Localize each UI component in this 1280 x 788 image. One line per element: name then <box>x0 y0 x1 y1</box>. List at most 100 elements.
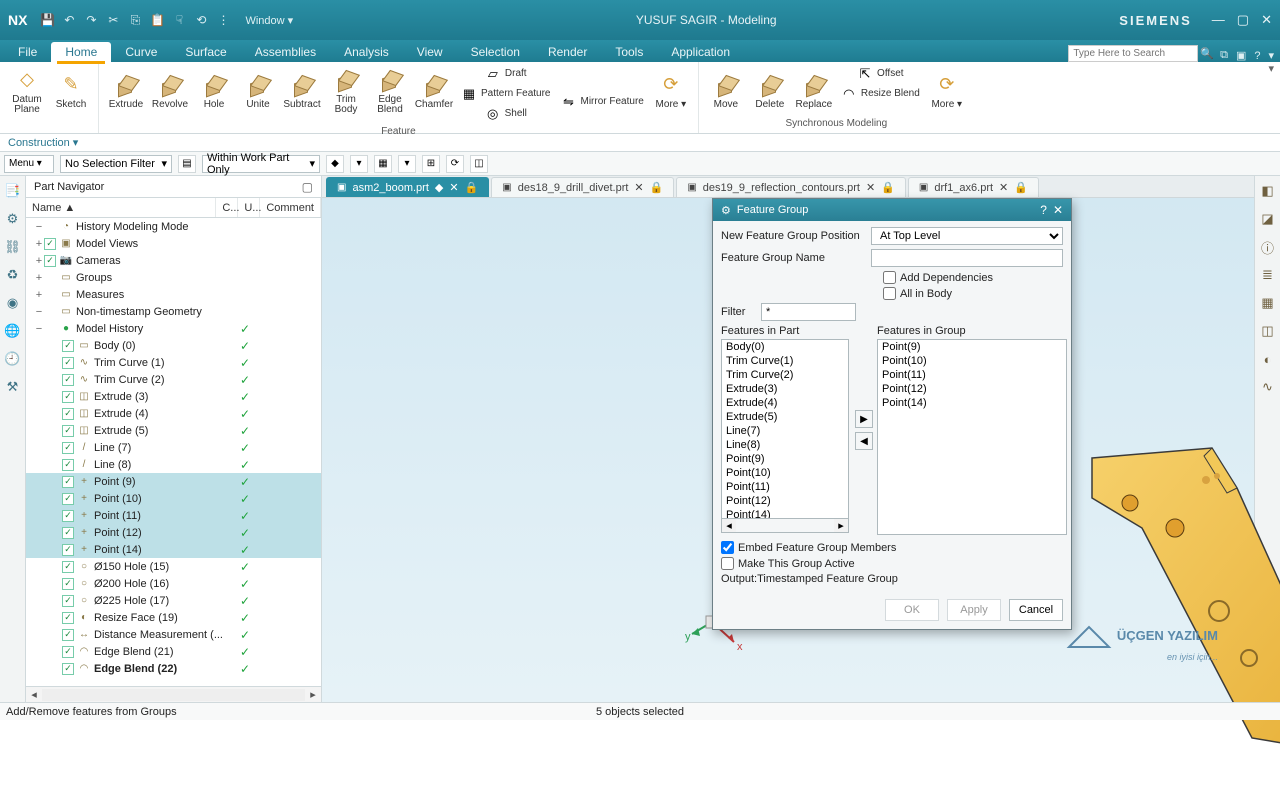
restore-down-icon[interactable]: ⧉ <box>1220 49 1228 62</box>
list-item[interactable]: Point(12) <box>722 494 848 508</box>
ok-button[interactable]: OK <box>885 599 939 621</box>
close-icon[interactable]: ✕ <box>1261 12 1272 28</box>
collapse-ribbon-icon[interactable]: ▾ <box>1268 49 1274 62</box>
list-item[interactable]: Extrude(3) <box>722 382 848 396</box>
col-name[interactable]: Name ▲ <box>26 198 216 217</box>
tree-row[interactable]: +▭Groups <box>26 269 321 286</box>
list-item[interactable]: Point(10) <box>722 466 848 480</box>
tree-row[interactable]: ✓+Point (14)✓ <box>26 541 321 558</box>
document-tab[interactable]: ▣drf1_ax6.prt✕🔒 <box>908 177 1039 197</box>
tab-close-icon[interactable]: ✕ <box>634 181 643 194</box>
tab-tools[interactable]: Tools <box>601 42 657 62</box>
replace-button[interactable]: Replace <box>793 64 835 116</box>
position-select[interactable]: At Top Level <box>871 227 1063 245</box>
mirror-feature-button[interactable]: ⇋Mirror Feature <box>556 92 647 112</box>
repeat-icon[interactable]: ⟲ <box>193 12 209 28</box>
sel-icon-7[interactable]: ◫ <box>470 155 488 173</box>
add-deps-check[interactable]: Add Dependencies <box>883 271 1063 284</box>
rail-display-icon[interactable]: ◧ <box>1259 182 1277 200</box>
cancel-button[interactable]: Cancel <box>1009 599 1063 621</box>
tree-row[interactable]: ✓◫Extrude (4)✓ <box>26 405 321 422</box>
rail-navigator-icon[interactable]: 📑 <box>4 182 22 200</box>
tab-close-icon[interactable]: ✕ <box>866 181 875 194</box>
document-tab[interactable]: ▣des19_9_reflection_contours.prt✕🔒 <box>676 177 906 197</box>
col-c[interactable]: C... <box>216 198 238 217</box>
cut-icon[interactable]: ✂ <box>105 12 121 28</box>
tab-close-icon[interactable]: ✕ <box>449 181 458 194</box>
redo-icon[interactable]: ↷ <box>83 12 99 28</box>
tab-close-icon[interactable]: ✕ <box>999 181 1008 194</box>
sel-icon-5[interactable]: ⊞ <box>422 155 440 173</box>
tree-row[interactable]: +✓▣Model Views <box>26 235 321 252</box>
rail-assembly-icon[interactable]: ⚙ <box>4 210 22 228</box>
search-input[interactable] <box>1068 45 1198 62</box>
tree-row[interactable]: ✓↔Distance Measurement (...✓ <box>26 626 321 643</box>
tree-row[interactable]: ✓○Ø225 Hole (17)✓ <box>26 592 321 609</box>
filter-toggle-icon[interactable]: ▤ <box>178 155 196 173</box>
embed-check[interactable]: Embed Feature Group Members <box>721 541 1063 554</box>
features-in-part-list[interactable]: Body(0)Trim Curve(1)Trim Curve(2)Extrude… <box>721 339 849 519</box>
shell-button[interactable]: ◎Shell <box>457 104 554 124</box>
list-item[interactable]: Trim Curve(1) <box>722 354 848 368</box>
rail-curve-icon[interactable]: ∿ <box>1259 378 1277 396</box>
apply-button[interactable]: Apply <box>947 599 1001 621</box>
tree-row[interactable]: ✓∿Trim Curve (1)✓ <box>26 354 321 371</box>
list-item[interactable]: Point(14) <box>722 508 848 519</box>
construction-label[interactable]: Construction ▾ <box>8 136 78 149</box>
sketch-button[interactable]: ✎Sketch <box>50 64 92 116</box>
rail-shade-icon[interactable]: ◐ <box>1259 350 1277 368</box>
chamfer-button[interactable]: Chamfer <box>413 64 455 116</box>
pattern-feature-button[interactable]: ▦Pattern Feature <box>457 84 554 104</box>
graphics-canvas[interactable]: ⚙ Feature Group ? ✕ New Feature Group Po… <box>322 198 1254 702</box>
scroll-right-icon[interactable]: ▸ <box>305 688 321 701</box>
datum-plane-button[interactable]: ◇Datum Plane <box>6 64 48 116</box>
rail-section-icon[interactable]: ◫ <box>1259 322 1277 340</box>
rail-layers-icon[interactable]: ≣ <box>1259 266 1277 284</box>
list-item[interactable]: Point(14) <box>878 396 1066 410</box>
name-input[interactable] <box>871 249 1063 267</box>
model-geometry[interactable] <box>1082 438 1280 788</box>
sel-icon-4[interactable]: ▾ <box>398 155 416 173</box>
tree-row[interactable]: +✓📷Cameras <box>26 252 321 269</box>
copy-icon[interactable]: ⎘ <box>127 12 143 28</box>
col-comment[interactable]: Comment <box>260 198 321 217</box>
part-navigator-tree[interactable]: −◔History Modeling Mode+✓▣Model Views+✓📷… <box>26 218 321 686</box>
part-list-hscroll[interactable]: ◂▸ <box>721 519 849 533</box>
rail-history-icon[interactable]: 🕘 <box>4 350 22 368</box>
tree-row[interactable]: ✓+Point (10)✓ <box>26 490 321 507</box>
tree-row[interactable]: ✓▭Body (0)✓ <box>26 337 321 354</box>
dialog-titlebar[interactable]: ⚙ Feature Group ? ✕ <box>713 199 1071 221</box>
tree-row[interactable]: +▭Measures <box>26 286 321 303</box>
fullscreen-icon[interactable]: ▣ <box>1236 49 1246 62</box>
rail-orient-icon[interactable]: ◪ <box>1259 210 1277 228</box>
tree-row[interactable]: ✓◠Edge Blend (21)✓ <box>26 643 321 660</box>
list-item[interactable]: Point(10) <box>878 354 1066 368</box>
make-active-check[interactable]: Make This Group Active <box>721 557 1063 570</box>
delete-button[interactable]: Delete <box>749 64 791 116</box>
tab-curve[interactable]: Curve <box>111 42 171 62</box>
resize-blend-button[interactable]: ◠Resize Blend <box>837 84 924 104</box>
menu-dropdown[interactable]: Menu ▾ <box>4 155 54 173</box>
tab-assemblies[interactable]: Assemblies <box>241 42 330 62</box>
rail-roles-icon[interactable]: ⚒ <box>4 378 22 396</box>
tree-row[interactable]: ✓/Line (8)✓ <box>26 456 321 473</box>
list-item[interactable]: Point(11) <box>878 368 1066 382</box>
list-item[interactable]: Line(7) <box>722 424 848 438</box>
undo-icon[interactable]: ↶ <box>61 12 77 28</box>
rail-browser-icon[interactable]: 🌐 <box>4 322 22 340</box>
tab-analysis[interactable]: Analysis <box>330 42 403 62</box>
tree-row[interactable]: ✓○Ø150 Hole (15)✓ <box>26 558 321 575</box>
subtract-button[interactable]: Subtract <box>281 64 323 116</box>
offset-button[interactable]: ⇱Offset <box>837 64 924 84</box>
tree-row[interactable]: −●Model History✓ <box>26 320 321 337</box>
ribbon-menu-icon[interactable]: ▾ <box>1268 62 1274 75</box>
sel-icon-6[interactable]: ⟳ <box>446 155 464 173</box>
edge-blend-button[interactable]: Edge Blend <box>369 64 411 116</box>
rail-grid-icon[interactable]: ▦ <box>1259 294 1277 312</box>
list-item[interactable]: Trim Curve(2) <box>722 368 848 382</box>
move-button[interactable]: Move <box>705 64 747 116</box>
revolve-button[interactable]: Revolve <box>149 64 191 116</box>
tree-row[interactable]: ✓/Line (7)✓ <box>26 439 321 456</box>
hole-button[interactable]: Hole <box>193 64 235 116</box>
tree-row[interactable]: ✓+Point (11)✓ <box>26 507 321 524</box>
